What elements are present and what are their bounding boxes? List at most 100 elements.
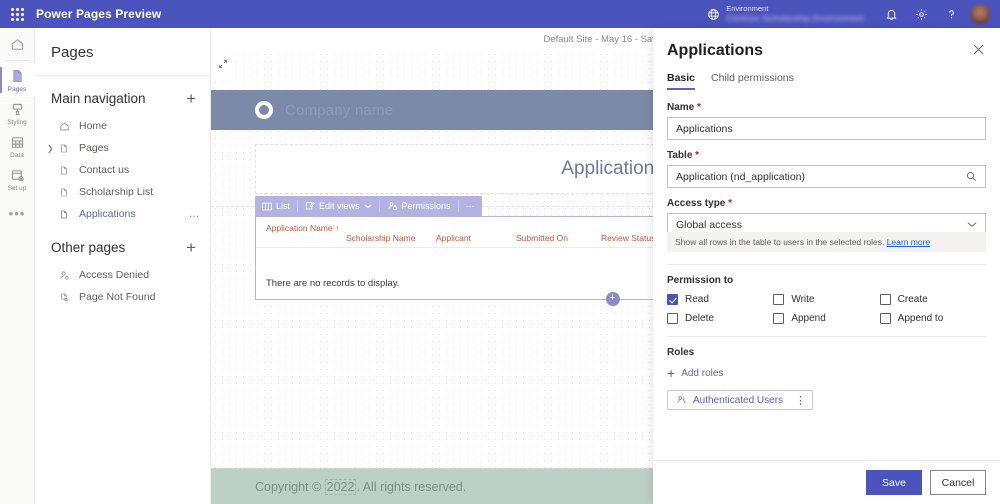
- rail-item-data[interactable]: Data: [0, 130, 35, 163]
- checkbox-delete[interactable]: Delete: [667, 313, 773, 324]
- edit-views-label: Edit views: [319, 201, 360, 211]
- company-logo-icon: [255, 101, 273, 119]
- sidebar-item-applications[interactable]: Applications …: [35, 203, 210, 225]
- permissions-properties-panel: Applications Basic Child permissions Nam…: [653, 28, 1000, 504]
- pages-panel-title: Pages: [35, 28, 210, 76]
- sidebar-item-home[interactable]: Home: [35, 115, 210, 137]
- environment-name: Contoso Scholarship Environment: [726, 14, 864, 23]
- edit-views-button[interactable]: Edit views: [298, 196, 379, 216]
- name-input[interactable]: Applications: [667, 117, 986, 140]
- rail-item-styling[interactable]: Styling: [0, 97, 35, 130]
- permissions-button[interactable]: Permissions: [380, 196, 458, 216]
- checkbox-box: [773, 313, 784, 324]
- column-header-submitted-on[interactable]: Submitted On: [516, 223, 601, 243]
- table-lookup-input[interactable]: Application (nd_application): [667, 165, 986, 188]
- settings-gear-icon[interactable]: [906, 0, 936, 28]
- search-icon[interactable]: [966, 171, 977, 182]
- help-question-icon[interactable]: [936, 0, 966, 28]
- learn-more-link[interactable]: Learn more: [887, 237, 930, 247]
- rail-label-data: Data: [10, 152, 24, 159]
- list-button[interactable]: List: [255, 196, 297, 216]
- notifications-bell-icon[interactable]: [876, 0, 906, 28]
- add-component-button[interactable]: +: [606, 292, 620, 306]
- role-chip-authenticated-users[interactable]: Authenticated Users ⋮: [667, 390, 813, 410]
- rail-item-setup[interactable]: Set up: [0, 163, 35, 196]
- tab-child-permissions[interactable]: Child permissions: [711, 72, 794, 90]
- sidebar-item-label: Home: [77, 120, 107, 132]
- main-navigation-title: Main navigation: [51, 91, 146, 106]
- rail-more-icon[interactable]: •••: [9, 206, 26, 221]
- sidebar-item-contact-us[interactable]: Contact us: [35, 159, 210, 181]
- page-icon: [59, 165, 77, 176]
- add-other-page-button[interactable]: +: [184, 239, 198, 256]
- chevron-right-icon[interactable]: ❯: [47, 144, 54, 153]
- sidebar-item-page-not-found[interactable]: Page Not Found: [35, 286, 210, 308]
- copyright-year[interactable]: 2022: [325, 479, 357, 495]
- sidebar-item-label: Access Denied: [77, 269, 149, 281]
- checkbox-box: [880, 294, 891, 305]
- checkbox-label: Append to: [898, 313, 944, 324]
- checkbox-label: Create: [898, 294, 928, 305]
- environment-info[interactable]: Environment Contoso Scholarship Environm…: [724, 5, 876, 24]
- checkbox-read[interactable]: Read: [667, 294, 773, 305]
- access-type-label: Access type *: [667, 198, 986, 209]
- required-marker: *: [728, 198, 732, 209]
- table-field-group: Table * Application (nd_application): [667, 150, 986, 188]
- list-toolbar-more-icon[interactable]: ⋯: [459, 196, 482, 216]
- sidebar-item-label: Contact us: [77, 164, 129, 176]
- roles-title: Roles: [667, 347, 986, 358]
- sidebar-item-access-denied[interactable]: Access Denied: [35, 264, 210, 286]
- checkbox-create[interactable]: Create: [880, 294, 986, 305]
- column-header-scholarship-name[interactable]: Scholarship Name: [346, 223, 436, 243]
- panel-tabs: Basic Child permissions: [653, 60, 1000, 90]
- environment-label: Environment: [726, 5, 864, 13]
- save-button[interactable]: Save: [866, 470, 922, 495]
- tab-basic[interactable]: Basic: [667, 72, 695, 90]
- rail-divider: [5, 60, 29, 61]
- close-icon[interactable]: [971, 42, 986, 55]
- list-component-toolbar: List Edit views: [255, 196, 482, 216]
- checkbox-write[interactable]: Write: [773, 294, 879, 305]
- app-launcher-icon[interactable]: [0, 0, 34, 28]
- copyright-text: Copyright © 2022. All rights reserved.: [255, 480, 466, 494]
- sidebar-item-scholarship-list[interactable]: Scholarship List: [35, 181, 210, 203]
- add-roles-label: Add roles: [681, 368, 723, 379]
- checkbox-label: Read: [685, 294, 709, 305]
- page-icon: [59, 143, 77, 154]
- panel-divider: [667, 336, 986, 337]
- panel-divider: [667, 264, 986, 265]
- required-marker: *: [695, 150, 699, 161]
- permission-to-title: Permission to: [667, 275, 986, 286]
- top-app-bar: Power Pages Preview Environment Contoso …: [0, 0, 1000, 28]
- role-chip-overflow-icon[interactable]: ⋮: [785, 394, 806, 407]
- other-pages-header: Other pages +: [35, 225, 210, 264]
- name-field-group: Name * Applications: [667, 102, 986, 140]
- sidebar-item-label: Scholarship List: [77, 186, 153, 198]
- chevron-down-icon[interactable]: [967, 221, 977, 228]
- page-icon: [59, 209, 77, 220]
- rail-item-home[interactable]: [0, 32, 35, 56]
- home-icon: [59, 121, 77, 132]
- role-person-icon: [676, 395, 687, 405]
- chevron-down-icon[interactable]: [364, 203, 372, 209]
- column-header-applicant[interactable]: Applicant: [436, 223, 516, 243]
- user-avatar[interactable]: [970, 4, 990, 24]
- permission-to-group: Permission to Read Write Create Delete: [667, 275, 986, 324]
- top-bar-right-cluster: Environment Contoso Scholarship Environm…: [702, 0, 1000, 28]
- checkbox-append[interactable]: Append: [773, 313, 879, 324]
- sidebar-item-pages[interactable]: ❯ Pages: [35, 137, 210, 159]
- plus-icon: +: [667, 366, 675, 380]
- add-main-navigation-page-button[interactable]: +: [184, 90, 198, 107]
- company-name-text[interactable]: Company name: [273, 102, 393, 119]
- rail-item-pages[interactable]: Pages: [0, 63, 35, 97]
- cancel-button[interactable]: Cancel: [930, 470, 986, 495]
- expand-diagonal-icon[interactable]: [211, 52, 235, 76]
- column-header-application-name[interactable]: Application Name ↑: [266, 223, 346, 243]
- sidebar-item-overflow-icon[interactable]: …: [189, 208, 201, 220]
- required-marker: *: [697, 102, 701, 113]
- add-roles-button[interactable]: + Add roles: [667, 366, 986, 380]
- page-not-found-icon: [59, 292, 77, 303]
- roles-group: Roles + Add roles Authenticated Users ⋮: [667, 347, 986, 410]
- checkbox-append-to[interactable]: Append to: [880, 313, 986, 324]
- role-chip-label: Authenticated Users: [693, 395, 783, 406]
